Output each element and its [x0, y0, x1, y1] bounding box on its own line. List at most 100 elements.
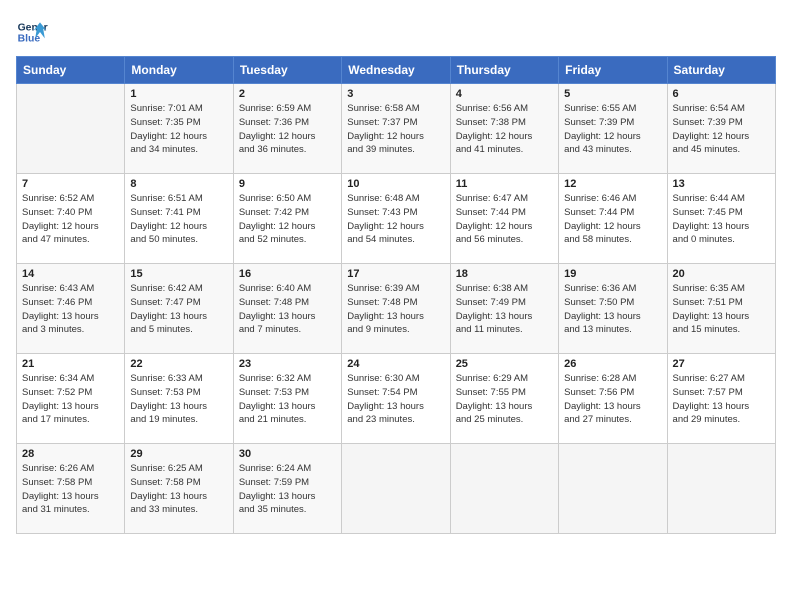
- day-number: 16: [239, 268, 336, 280]
- calendar-cell: 18 Sunrise: 6:38 AMSunset: 7:49 PMDayligh…: [450, 264, 558, 354]
- page-header: General Blue: [16, 16, 776, 48]
- calendar-cell: 3 Sunrise: 6:58 AMSunset: 7:37 PMDaylight…: [342, 84, 450, 174]
- calendar-cell: [559, 444, 667, 534]
- calendar-cell: 9 Sunrise: 6:50 AMSunset: 7:42 PMDaylight…: [233, 174, 341, 264]
- calendar-table: SundayMondayTuesdayWednesdayThursdayFrid…: [16, 56, 776, 534]
- calendar-cell: [450, 444, 558, 534]
- calendar-cell: 4Sunrise: 6:56 AMSunset: 7:38 PMDaylight…: [450, 84, 558, 174]
- day-number: 8: [130, 178, 227, 190]
- calendar-cell: 14 Sunrise: 6:43 AMSunset: 7:46 PMDayligh…: [17, 264, 125, 354]
- day-info: Sunrise: 6:38 AMSunset: 7:49 PMDaylight:…: [456, 282, 553, 337]
- day-number: 18: [456, 268, 553, 280]
- day-number: 6: [673, 88, 770, 100]
- calendar-header-monday: Monday: [125, 57, 233, 84]
- day-info: Sunrise: 6:59 AMSunset: 7:36 PMDaylight:…: [239, 102, 336, 157]
- day-info: Sunrise: 6:29 AMSunset: 7:55 PMDaylight:…: [456, 372, 553, 427]
- calendar-cell: 24 Sunrise: 6:30 AMSunset: 7:54 PMDayligh…: [342, 354, 450, 444]
- day-info: Sunrise: 6:51 AMSunset: 7:41 PMDaylight:…: [130, 192, 227, 247]
- day-number: 9: [239, 178, 336, 190]
- day-number: 3: [347, 88, 444, 100]
- calendar-cell: 30 Sunrise: 6:24 AMSunset: 7:59 PMDayligh…: [233, 444, 341, 534]
- calendar-week-3: 14 Sunrise: 6:43 AMSunset: 7:46 PMDayligh…: [17, 264, 776, 354]
- calendar-header-saturday: Saturday: [667, 57, 775, 84]
- day-info: Sunrise: 6:28 AMSunset: 7:56 PMDaylight:…: [564, 372, 661, 427]
- calendar-cell: 11 Sunrise: 6:47 AMSunset: 7:44 PMDayligh…: [450, 174, 558, 264]
- calendar-cell: 8 Sunrise: 6:51 AMSunset: 7:41 PMDaylight…: [125, 174, 233, 264]
- day-number: 11: [456, 178, 553, 190]
- day-info: Sunrise: 6:43 AMSunset: 7:46 PMDaylight:…: [22, 282, 119, 337]
- day-info: Sunrise: 6:47 AMSunset: 7:44 PMDaylight:…: [456, 192, 553, 247]
- calendar-cell: 29Sunrise: 6:25 AMSunset: 7:58 PMDayligh…: [125, 444, 233, 534]
- calendar-header-sunday: Sunday: [17, 57, 125, 84]
- calendar-cell: 21 Sunrise: 6:34 AMSunset: 7:52 PMDayligh…: [17, 354, 125, 444]
- calendar-cell: 12 Sunrise: 6:46 AMSunset: 7:44 PMDayligh…: [559, 174, 667, 264]
- day-number: 21: [22, 358, 119, 370]
- calendar-header-row: SundayMondayTuesdayWednesdayThursdayFrid…: [17, 57, 776, 84]
- calendar-cell: 16 Sunrise: 6:40 AMSunset: 7:48 PMDayligh…: [233, 264, 341, 354]
- day-number: 28: [22, 448, 119, 460]
- day-info: Sunrise: 6:48 AMSunset: 7:43 PMDaylight:…: [347, 192, 444, 247]
- day-number: 29: [130, 448, 227, 460]
- day-number: 15: [130, 268, 227, 280]
- day-number: 12: [564, 178, 661, 190]
- calendar-cell: [17, 84, 125, 174]
- day-info: Sunrise: 6:54 AMSunset: 7:39 PMDaylight:…: [673, 102, 770, 157]
- calendar-cell: 20Sunrise: 6:35 AMSunset: 7:51 PMDayligh…: [667, 264, 775, 354]
- calendar-cell: 15 Sunrise: 6:42 AMSunset: 7:47 PMDayligh…: [125, 264, 233, 354]
- day-info: Sunrise: 6:33 AMSunset: 7:53 PMDaylight:…: [130, 372, 227, 427]
- day-info: Sunrise: 6:27 AMSunset: 7:57 PMDaylight:…: [673, 372, 770, 427]
- day-info: Sunrise: 6:46 AMSunset: 7:44 PMDaylight:…: [564, 192, 661, 247]
- day-number: 23: [239, 358, 336, 370]
- calendar-cell: 19 Sunrise: 6:36 AMSunset: 7:50 PMDayligh…: [559, 264, 667, 354]
- calendar-cell: 1 Sunrise: 7:01 AMSunset: 7:35 PMDaylight…: [125, 84, 233, 174]
- calendar-week-2: 7Sunrise: 6:52 AMSunset: 7:40 PMDaylight…: [17, 174, 776, 264]
- day-info: Sunrise: 6:34 AMSunset: 7:52 PMDaylight:…: [22, 372, 119, 427]
- logo-icon: General Blue: [16, 16, 48, 48]
- day-number: 19: [564, 268, 661, 280]
- day-number: 2: [239, 88, 336, 100]
- calendar-header-thursday: Thursday: [450, 57, 558, 84]
- calendar-cell: 10Sunrise: 6:48 AMSunset: 7:43 PMDayligh…: [342, 174, 450, 264]
- calendar-cell: 26 Sunrise: 6:28 AMSunset: 7:56 PMDayligh…: [559, 354, 667, 444]
- day-number: 20: [673, 268, 770, 280]
- day-info: Sunrise: 6:52 AMSunset: 7:40 PMDaylight:…: [22, 192, 119, 247]
- calendar-week-5: 28 Sunrise: 6:26 AMSunset: 7:58 PMDayligh…: [17, 444, 776, 534]
- calendar-cell: 23Sunrise: 6:32 AMSunset: 7:53 PMDayligh…: [233, 354, 341, 444]
- day-number: 25: [456, 358, 553, 370]
- calendar-cell: 7Sunrise: 6:52 AMSunset: 7:40 PMDaylight…: [17, 174, 125, 264]
- day-info: Sunrise: 6:30 AMSunset: 7:54 PMDaylight:…: [347, 372, 444, 427]
- day-info: Sunrise: 6:24 AMSunset: 7:59 PMDaylight:…: [239, 462, 336, 517]
- calendar-header-tuesday: Tuesday: [233, 57, 341, 84]
- calendar-cell: 17Sunrise: 6:39 AMSunset: 7:48 PMDayligh…: [342, 264, 450, 354]
- day-info: Sunrise: 6:26 AMSunset: 7:58 PMDaylight:…: [22, 462, 119, 517]
- day-info: Sunrise: 7:01 AMSunset: 7:35 PMDaylight:…: [130, 102, 227, 157]
- day-number: 5: [564, 88, 661, 100]
- calendar-header-friday: Friday: [559, 57, 667, 84]
- day-number: 22: [130, 358, 227, 370]
- day-info: Sunrise: 6:40 AMSunset: 7:48 PMDaylight:…: [239, 282, 336, 337]
- day-info: Sunrise: 6:36 AMSunset: 7:50 PMDaylight:…: [564, 282, 661, 337]
- calendar-cell: 5 Sunrise: 6:55 AMSunset: 7:39 PMDaylight…: [559, 84, 667, 174]
- day-info: Sunrise: 6:39 AMSunset: 7:48 PMDaylight:…: [347, 282, 444, 337]
- calendar-cell: 27Sunrise: 6:27 AMSunset: 7:57 PMDayligh…: [667, 354, 775, 444]
- calendar-cell: 6 Sunrise: 6:54 AMSunset: 7:39 PMDaylight…: [667, 84, 775, 174]
- day-info: Sunrise: 6:56 AMSunset: 7:38 PMDaylight:…: [456, 102, 553, 157]
- day-info: Sunrise: 6:58 AMSunset: 7:37 PMDaylight:…: [347, 102, 444, 157]
- calendar-cell: 22 Sunrise: 6:33 AMSunset: 7:53 PMDayligh…: [125, 354, 233, 444]
- day-number: 13: [673, 178, 770, 190]
- day-info: Sunrise: 6:42 AMSunset: 7:47 PMDaylight:…: [130, 282, 227, 337]
- logo: General Blue: [16, 16, 48, 48]
- calendar-cell: 25 Sunrise: 6:29 AMSunset: 7:55 PMDayligh…: [450, 354, 558, 444]
- calendar-cell: 28 Sunrise: 6:26 AMSunset: 7:58 PMDayligh…: [17, 444, 125, 534]
- calendar-week-4: 21 Sunrise: 6:34 AMSunset: 7:52 PMDayligh…: [17, 354, 776, 444]
- day-info: Sunrise: 6:50 AMSunset: 7:42 PMDaylight:…: [239, 192, 336, 247]
- calendar-cell: [342, 444, 450, 534]
- calendar-header-wednesday: Wednesday: [342, 57, 450, 84]
- day-number: 14: [22, 268, 119, 280]
- day-number: 1: [130, 88, 227, 100]
- day-number: 30: [239, 448, 336, 460]
- day-info: Sunrise: 6:55 AMSunset: 7:39 PMDaylight:…: [564, 102, 661, 157]
- day-info: Sunrise: 6:44 AMSunset: 7:45 PMDaylight:…: [673, 192, 770, 247]
- day-number: 26: [564, 358, 661, 370]
- day-number: 24: [347, 358, 444, 370]
